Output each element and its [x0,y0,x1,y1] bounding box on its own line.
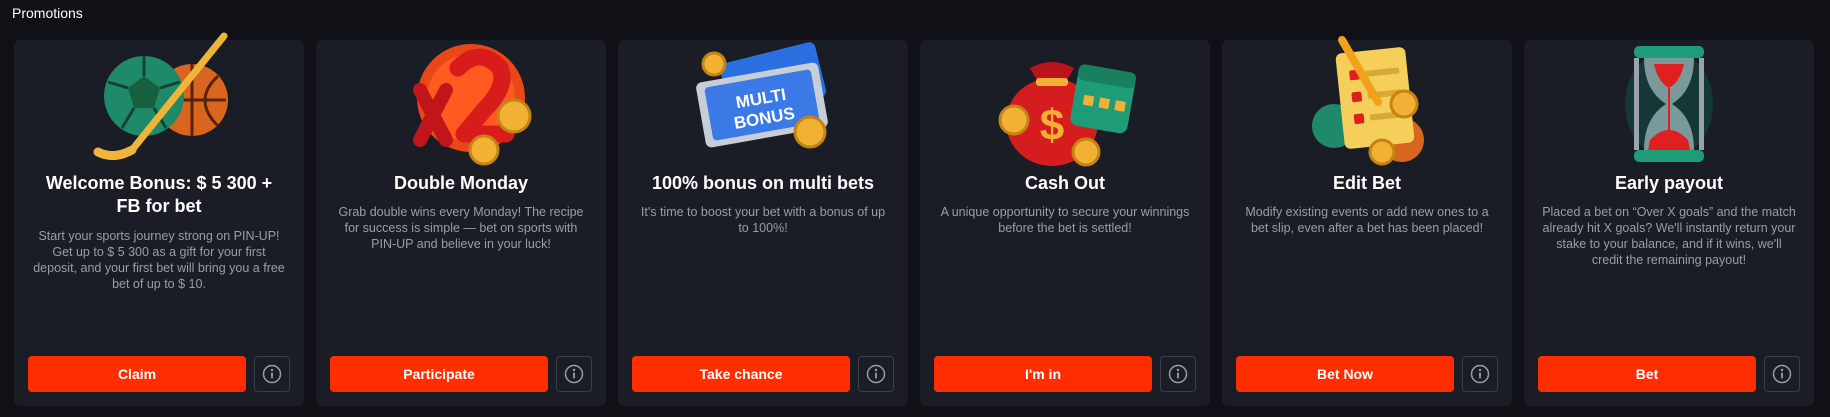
promo-title: Double Monday [394,173,528,193]
money-bag-calendar-icon: $ [920,28,1210,178]
info-icon [564,364,584,384]
info-button[interactable] [1462,356,1498,392]
bet-button[interactable]: Bet [1538,356,1756,392]
promo-description: Modify existing events or add new ones t… [1245,205,1489,235]
participate-button[interactable]: Participate [330,356,548,392]
promo-actions: Bet [1538,356,1800,392]
info-button[interactable] [254,356,290,392]
promo-card-welcome-bonus[interactable]: Welcome Bonus: $ 5 300 + FB for bet Star… [14,32,304,406]
promo-actions: Participate [330,356,592,392]
promo-description: Grab double wins every Monday! The recip… [338,205,584,251]
info-button[interactable] [858,356,894,392]
im-in-button[interactable]: I'm in [934,356,1152,392]
info-button[interactable] [1160,356,1196,392]
promo-title: 100% bonus on multi bets [651,173,875,193]
info-icon [1168,364,1188,384]
info-button[interactable] [556,356,592,392]
promo-card-early-payout[interactable]: Early payout Placed a bet on “Over X goa… [1524,40,1814,406]
take-chance-button[interactable]: Take chance [632,356,850,392]
info-icon [1772,364,1792,384]
multi-bonus-ticket-icon: MULTI BONUS [618,28,908,178]
claim-button[interactable]: Claim [28,356,246,392]
promo-actions: Claim [28,356,290,392]
promo-actions: I'm in [934,356,1196,392]
promo-description: A unique opportunity to secure your winn… [940,205,1190,235]
info-icon [866,364,886,384]
promo-actions: Take chance [632,356,894,392]
promo-description: It's time to boost your bet with a bonus… [640,205,886,235]
info-icon [1470,364,1490,384]
bet-slip-edit-icon [1222,28,1512,178]
bet-now-button[interactable]: Bet Now [1236,356,1454,392]
promo-actions: Bet Now [1236,356,1498,392]
svg-text:$: $ [1040,101,1064,150]
promo-description: Start your sports journey strong on PIN-… [33,229,285,291]
promo-title: Welcome Bonus: $ 5 300 + FB for bet [45,173,273,216]
info-icon [262,364,282,384]
promo-card-cash-out[interactable]: $ Cash Out A unique opportunity to secur… [920,40,1210,406]
promo-card-edit-bet[interactable]: Edit Bet Modify existing events or add n… [1222,36,1512,406]
promo-description: Placed a bet on “Over X goals” and the m… [1542,205,1796,267]
promo-card-double-monday[interactable]: Double Monday Grab double wins every Mon… [316,40,606,406]
promotions-list: Welcome Bonus: $ 5 300 + FB for bet Star… [14,32,1814,406]
info-button[interactable] [1764,356,1800,392]
promo-card-multi-bets[interactable]: MULTI BONUS 100% bonus on multi bets It'… [618,40,908,406]
hourglass-icon [1524,28,1814,178]
sports-balls-icon [14,28,304,178]
promo-title: Edit Bet [1332,173,1401,193]
section-title: Promotions [12,5,83,21]
x2-multiplier-icon [316,28,606,178]
promo-title: Cash Out [1024,173,1105,193]
promo-title: Early payout [1614,173,1724,193]
